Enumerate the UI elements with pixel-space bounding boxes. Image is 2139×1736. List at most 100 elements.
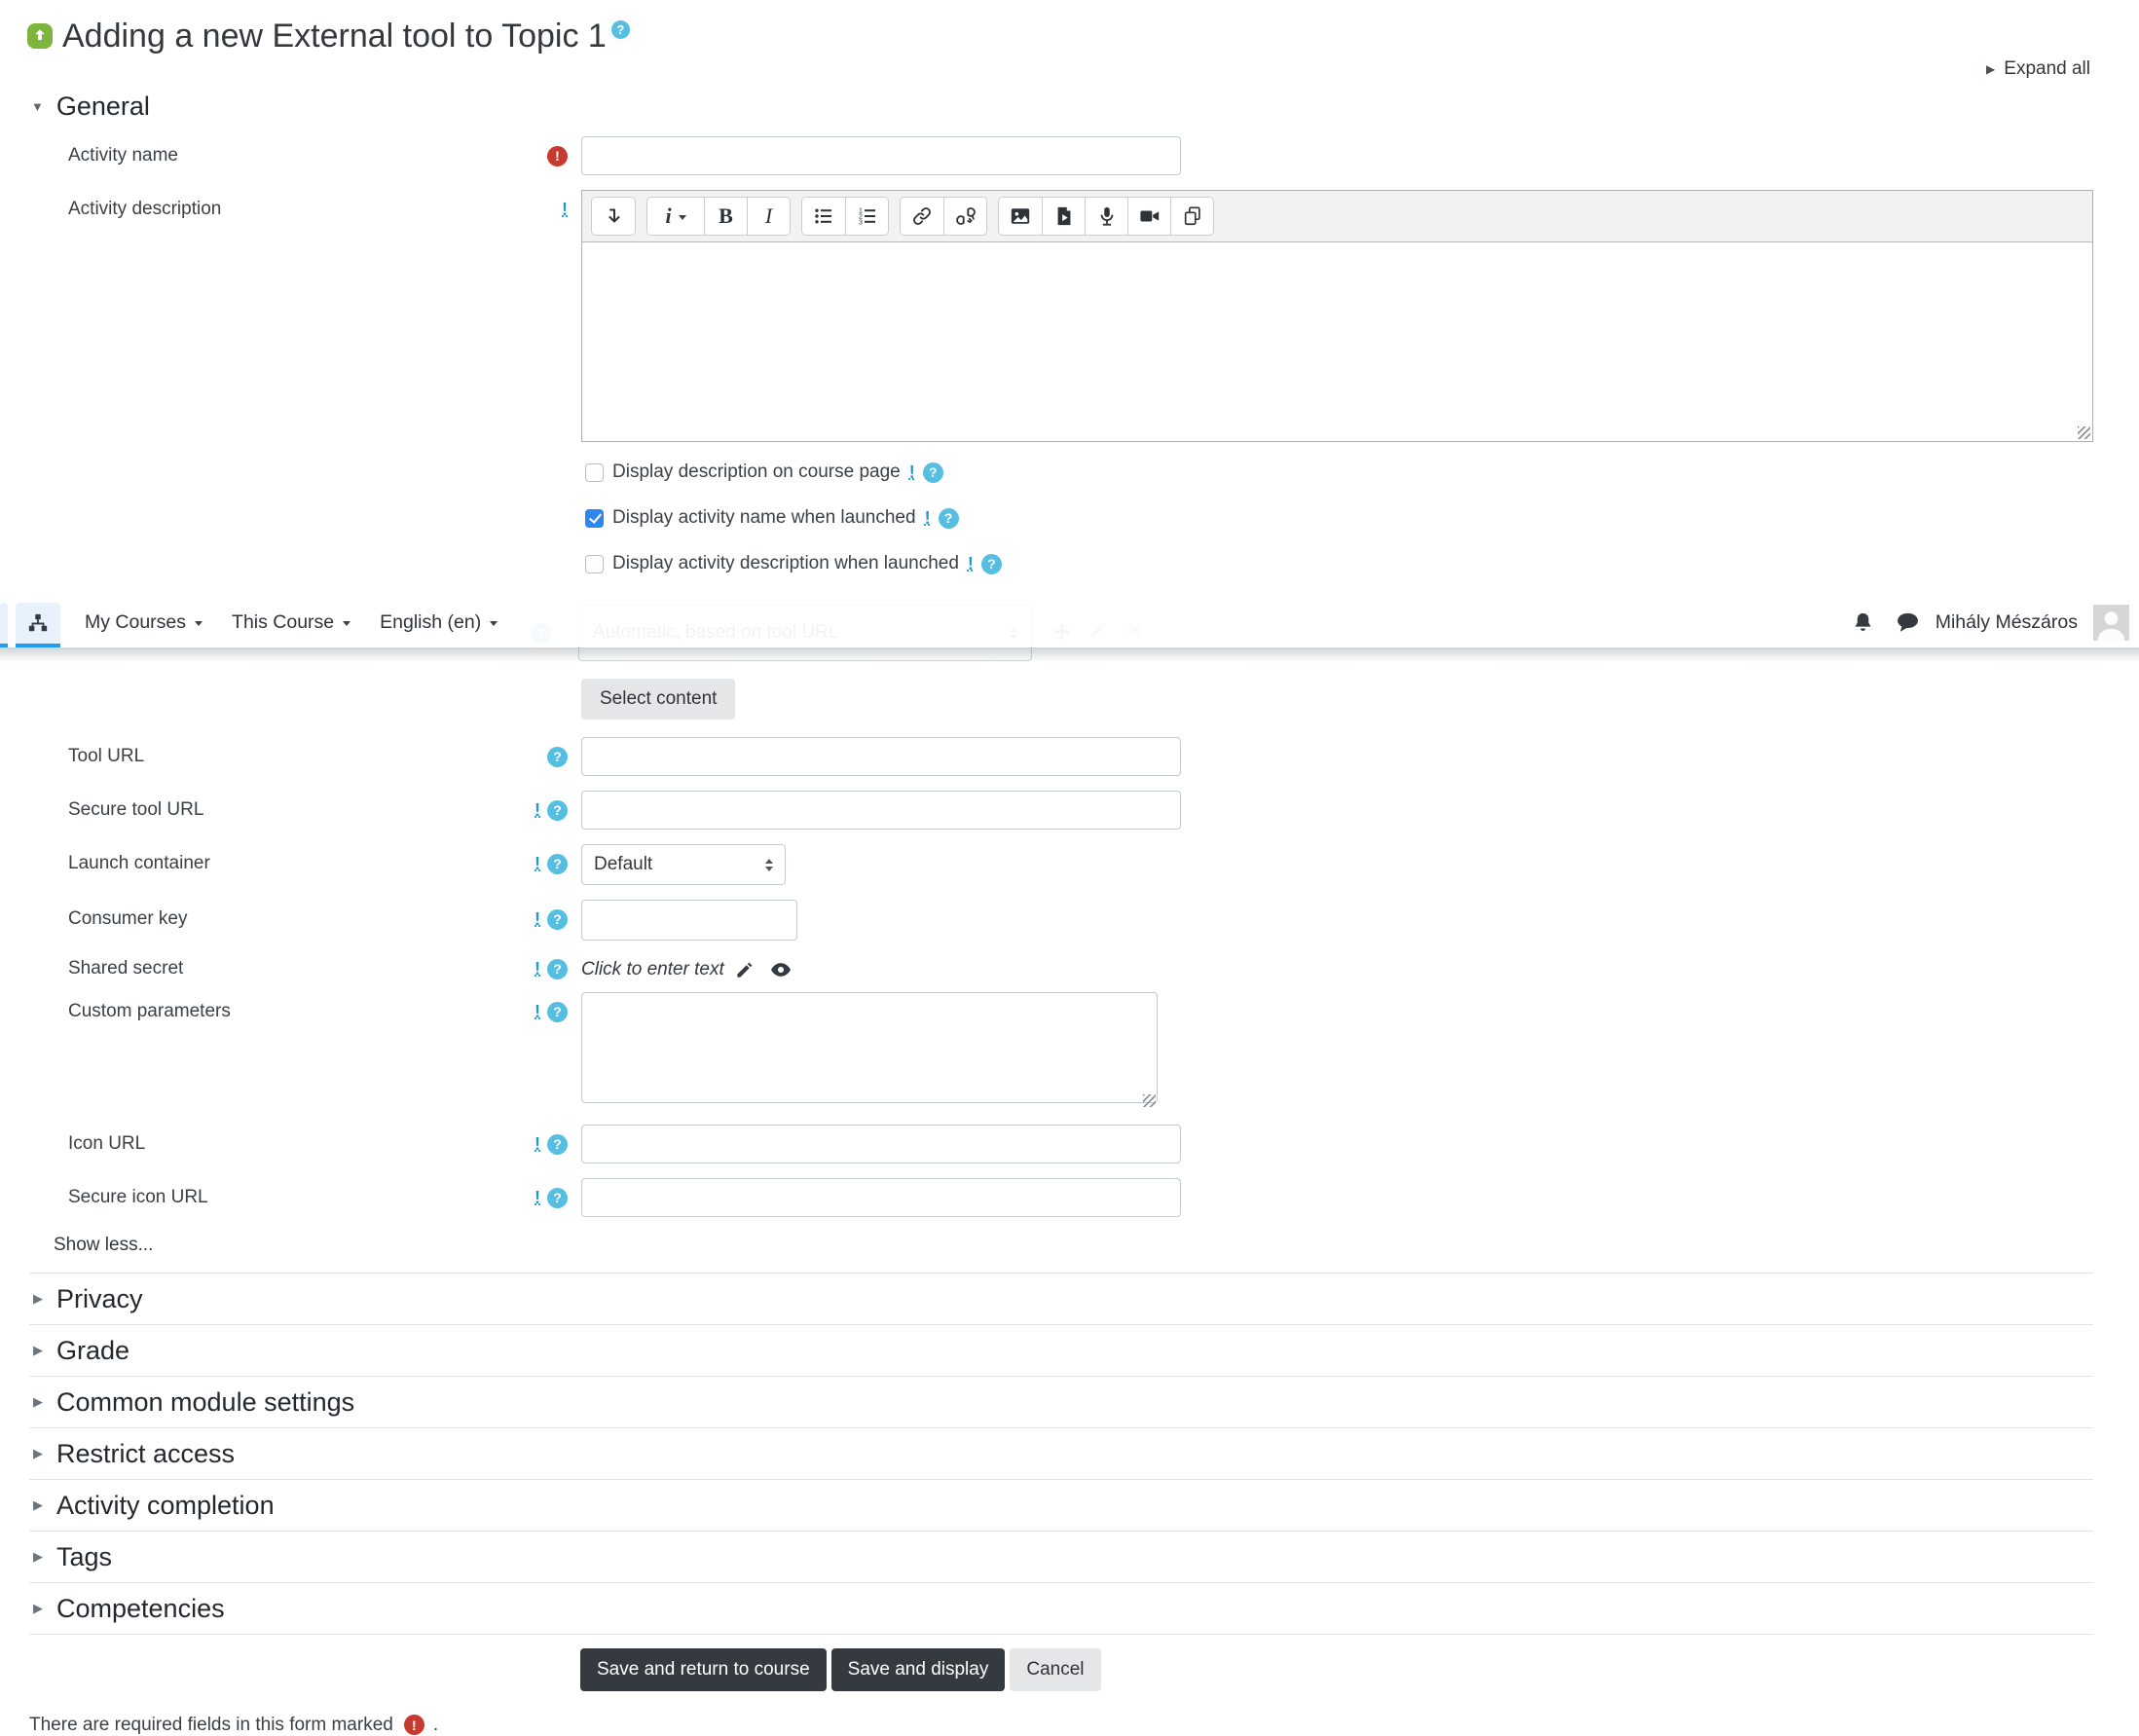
page-header: Adding a new External tool to Topic 1 ? <box>27 16 2139 56</box>
navbar-zone: ? Automatic, based on tool URL + My Cour… <box>0 597 2139 721</box>
bold-icon[interactable]: B <box>704 198 747 235</box>
edit-pencil-icon[interactable] <box>735 961 754 979</box>
advanced-mark: ! <box>535 1188 540 1208</box>
help-icon[interactable]: ? <box>547 1188 568 1208</box>
required-fields-note: There are required fields in this form m… <box>29 1715 2139 1736</box>
checkbox-icon[interactable] <box>585 509 604 528</box>
expand-all-triangle-icon: ▶ <box>1986 62 1995 76</box>
advanced-mark: ! <box>909 462 915 483</box>
italic-icon[interactable]: I <box>747 198 790 235</box>
link-icon[interactable] <box>901 198 943 235</box>
save-and-display-button[interactable]: Save and display <box>831 1648 1006 1691</box>
my-courses-menu[interactable]: My Courses <box>70 597 217 647</box>
avatar[interactable] <box>2093 605 2129 641</box>
launch-container-row: Launch container ! ? Default <box>0 844 2139 885</box>
help-icon[interactable]: ? <box>547 854 568 874</box>
tool-url-row: Tool URL ? <box>0 737 2139 776</box>
language-label: English (en) <box>380 611 481 634</box>
general-section-header[interactable]: ▼ General <box>31 90 2139 123</box>
help-icon[interactable]: ? <box>547 1134 568 1155</box>
section-common-module-settings[interactable]: ▶ Common module settings <box>29 1377 2093 1428</box>
display-options: Display description on course page ! ? D… <box>585 460 2139 576</box>
collapse-toolbar-icon[interactable] <box>592 198 635 235</box>
save-and-return-button[interactable]: Save and return to course <box>580 1648 827 1691</box>
activity-name-input[interactable] <box>581 136 1181 175</box>
resize-grip-icon[interactable] <box>2078 426 2090 439</box>
section-tags[interactable]: ▶ Tags <box>29 1532 2093 1583</box>
help-icon[interactable]: ? <box>547 800 568 821</box>
secure-tool-url-row: Secure tool URL ! ? <box>0 791 2139 830</box>
consumer-key-input[interactable] <box>581 900 797 941</box>
secure-tool-url-input[interactable] <box>581 791 1181 830</box>
section-privacy[interactable]: ▶ Privacy <box>29 1274 2093 1325</box>
language-menu[interactable]: English (en) <box>365 597 512 647</box>
launch-container-select[interactable]: Default <box>581 844 786 885</box>
chevron-down-icon <box>195 621 203 630</box>
custom-parameters-textarea[interactable] <box>581 992 1158 1103</box>
unlink-icon[interactable] <box>943 198 986 235</box>
record-video-icon[interactable] <box>1127 198 1170 235</box>
tool-url-input[interactable] <box>581 737 1181 776</box>
this-course-menu[interactable]: This Course <box>217 597 365 647</box>
section-triangle-icon: ▶ <box>33 1394 43 1410</box>
help-icon[interactable]: ? <box>547 747 568 767</box>
display-description-checkbox-row[interactable]: Display description on course page ! ? <box>585 460 2139 485</box>
shared-secret-label: Shared secret <box>68 958 527 979</box>
help-icon[interactable]: ? <box>547 959 568 979</box>
ordered-list-icon[interactable]: 123 <box>845 198 888 235</box>
section-restrict-access[interactable]: ▶ Restrict access <box>29 1428 2093 1480</box>
insert-media-icon[interactable] <box>1042 198 1085 235</box>
description-editor[interactable]: i B I 123 <box>581 190 2093 442</box>
checkbox-label: Display activity name when launched <box>612 507 916 529</box>
custom-parameters-label: Custom parameters <box>68 1001 527 1022</box>
checkbox-icon[interactable] <box>585 463 604 482</box>
display-activity-description-checkbox-row[interactable]: Display activity description when launch… <box>585 551 2139 576</box>
help-icon[interactable]: ? <box>923 462 943 483</box>
record-audio-icon[interactable] <box>1085 198 1127 235</box>
select-content-button[interactable]: Select content <box>581 679 735 720</box>
help-icon[interactable]: ? <box>547 1002 568 1022</box>
expand-all-link[interactable]: Expand all <box>2004 58 2090 79</box>
advanced-mark: ! <box>968 554 974 574</box>
user-name[interactable]: Mihály Mészáros <box>1936 611 2078 634</box>
consumer-key-row: Consumer key ! ? <box>0 900 2139 941</box>
custom-parameters-row: Custom parameters ! ? <box>0 992 2139 1109</box>
nav-tab-partial[interactable] <box>0 603 8 647</box>
tool-url-label: Tool URL <box>68 746 539 767</box>
description-text-area[interactable] <box>582 242 2092 441</box>
section-grade[interactable]: ▶ Grade <box>29 1325 2093 1377</box>
manage-files-icon[interactable] <box>1170 198 1213 235</box>
paragraph-style-menu-icon[interactable]: i <box>647 198 704 235</box>
help-icon[interactable]: ? <box>547 909 568 930</box>
activity-name-label: Activity name <box>68 145 539 166</box>
show-less-link[interactable]: Show less... <box>54 1235 153 1273</box>
section-label: Common module settings <box>56 1387 354 1418</box>
help-icon[interactable]: ? <box>939 508 959 529</box>
period: . <box>433 1715 438 1736</box>
editor-toolbar: i B I 123 <box>582 191 2092 242</box>
section-competencies[interactable]: ▶ Competencies <box>29 1583 2093 1635</box>
required-icon: ! <box>547 146 568 166</box>
shared-secret-placeholder[interactable]: Click to enter text <box>581 959 724 980</box>
title-help-icon[interactable]: ? <box>611 20 630 39</box>
section-triangle-icon: ▶ <box>33 1549 43 1565</box>
secure-icon-url-input[interactable] <box>581 1178 1181 1217</box>
icon-url-input[interactable] <box>581 1125 1181 1163</box>
sitemap-tab[interactable] <box>16 603 60 647</box>
unordered-list-icon[interactable] <box>802 198 845 235</box>
top-navbar: My Courses This Course English (en) Mihá… <box>0 597 2139 647</box>
display-activity-name-checkbox-row[interactable]: Display activity name when launched ! ? <box>585 505 2139 531</box>
external-tool-icon <box>27 23 53 49</box>
insert-image-icon[interactable] <box>999 198 1042 235</box>
help-icon[interactable]: ? <box>981 554 1002 574</box>
checkbox-label: Display description on course page <box>612 462 901 483</box>
reveal-eye-icon[interactable] <box>770 959 792 980</box>
cancel-button[interactable]: Cancel <box>1010 1648 1100 1691</box>
section-label: Activity completion <box>56 1491 275 1521</box>
notifications-bell-icon[interactable] <box>1852 611 1874 634</box>
select-arrows-icon <box>765 855 773 875</box>
messages-icon[interactable] <box>1896 610 1920 635</box>
checkbox-icon[interactable] <box>585 555 604 573</box>
section-activity-completion[interactable]: ▶ Activity completion <box>29 1480 2093 1532</box>
shared-secret-row: Shared secret ! ? Click to enter text <box>0 952 2139 980</box>
